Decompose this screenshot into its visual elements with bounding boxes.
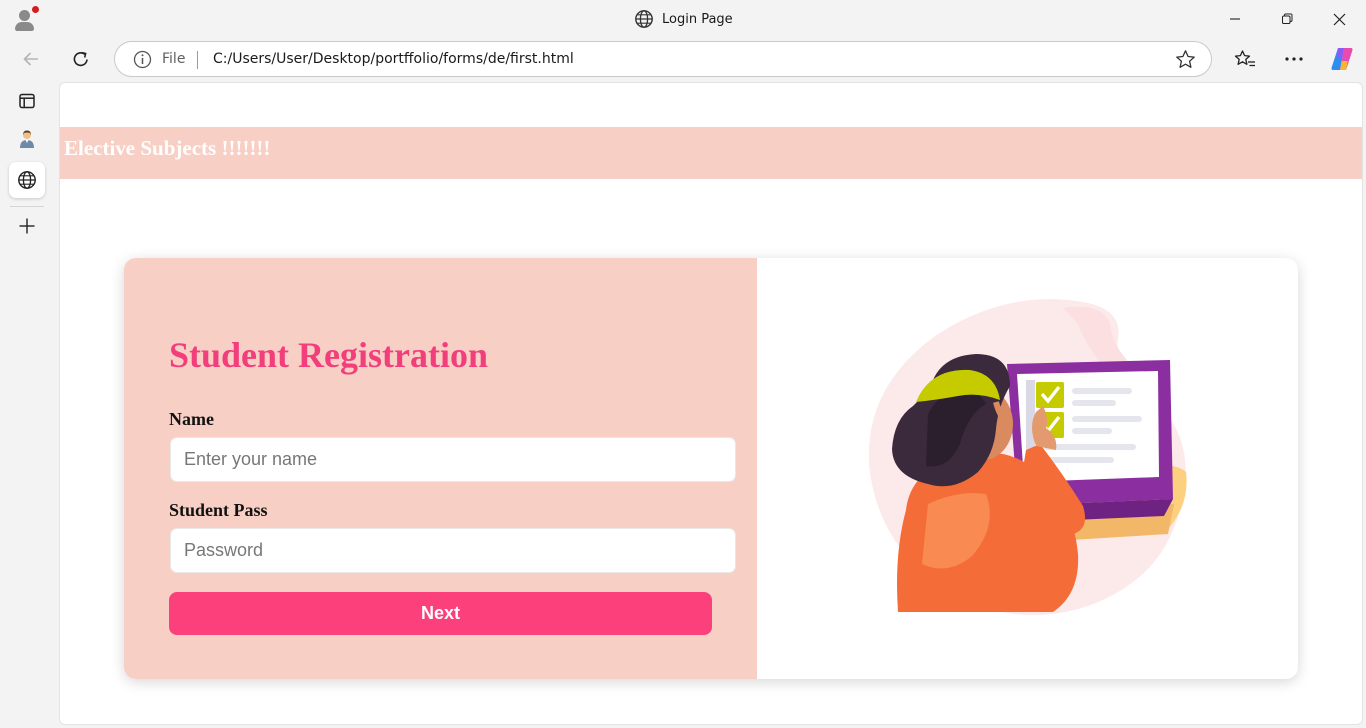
plus-icon [19,218,35,234]
globe-icon [635,10,653,28]
favorites-button[interactable] [1230,44,1260,74]
sidebar-tab-current[interactable] [9,162,45,198]
minimize-button[interactable] [1212,4,1258,34]
tab-actions-button[interactable] [9,83,45,119]
copilot-icon [1331,48,1353,70]
pass-label: Student Pass [169,500,268,520]
sidebar-tab-profile[interactable] [9,121,45,157]
student-checklist-illustration [868,299,1187,616]
form-panel: Student Registration Name Student Pass N… [124,258,757,679]
banner-title: Elective Subjects !!!!!!! [64,136,271,160]
close-icon [1333,13,1345,25]
back-icon [23,52,38,66]
minimize-icon [1230,18,1240,20]
name-label: Name [169,409,214,429]
page-banner: Elective Subjects !!!!!!! [60,127,1362,179]
page-viewport: Elective Subjects !!!!!!! Student Regist… [59,82,1363,725]
url-text[interactable]: C:/Users/User/Desktop/portffolio/forms/d… [213,51,574,67]
more-icon [1285,57,1303,61]
globe-icon [18,171,36,189]
notification-dot [32,6,39,13]
refresh-icon [73,51,88,67]
next-button[interactable]: Next [169,592,712,635]
scheme-label[interactable]: File [162,51,185,67]
favorites-icon [1234,50,1255,67]
registration-card: Student Registration Name Student Pass N… [124,258,1298,679]
restore-button[interactable] [1264,4,1310,34]
password-input[interactable] [170,528,736,573]
info-icon[interactable] [133,50,152,69]
window-title: Login Page [634,8,733,30]
new-tab-button[interactable] [9,208,45,244]
star-icon[interactable] [1175,49,1196,70]
form-heading: Student Registration [169,335,489,375]
address-separator [197,51,198,69]
window-title-text: Login Page [662,11,733,27]
title-bar: Login Page [0,0,1366,38]
restore-icon [1282,13,1293,24]
address-bar[interactable]: File C:/Users/User/Desktop/portffolio/fo… [114,41,1212,77]
copilot-button[interactable] [1327,44,1357,74]
name-input[interactable] [170,437,736,482]
avatar-icon [20,130,34,148]
more-button[interactable] [1279,44,1309,74]
back-button[interactable] [16,44,46,74]
tabs-icon [19,93,35,109]
sidebar-divider [10,206,44,207]
refresh-button[interactable] [66,44,96,74]
close-window-button[interactable] [1316,4,1362,34]
profile-icon[interactable] [11,6,39,32]
